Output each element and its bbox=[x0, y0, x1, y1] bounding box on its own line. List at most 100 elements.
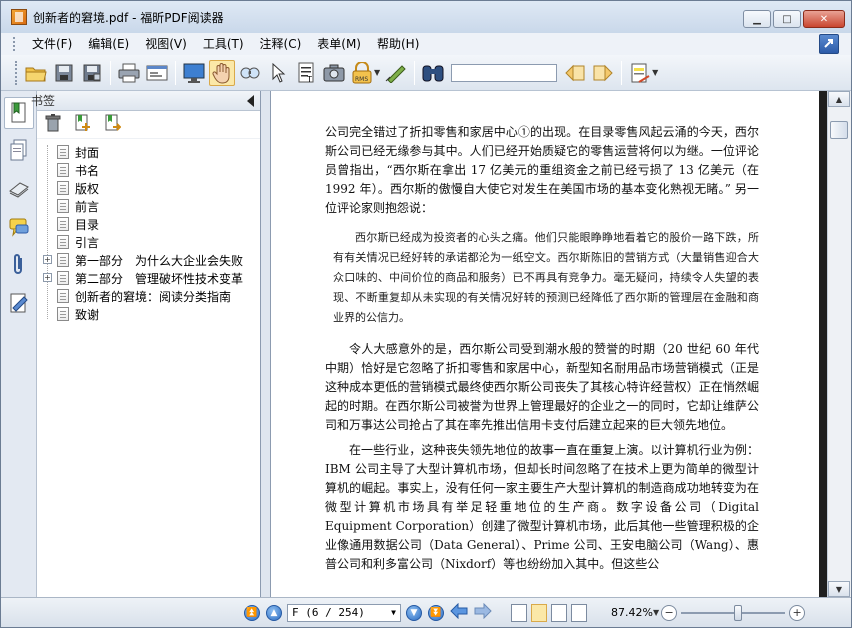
title-bar: 创新者的窘境.pdf - 福昕PDF阅读器 ▁ □ ✕ bbox=[1, 1, 851, 33]
open-folder-icon[interactable] bbox=[23, 60, 49, 86]
zoom-level[interactable]: 87.42% bbox=[611, 606, 653, 619]
menu-view[interactable]: 视图(V) bbox=[137, 34, 195, 54]
zoom-dropdown-icon[interactable]: ▼ bbox=[653, 608, 659, 617]
panel-splitter[interactable] bbox=[261, 91, 271, 597]
select-arrow-icon[interactable] bbox=[265, 60, 291, 86]
document-view[interactable]: 公司完全错过了折扣零售和家居中心①的出现。在目录零售风起云涌的今天，西尔斯公司已… bbox=[271, 91, 827, 597]
main-toolbar: T RMS ▼ ▼ bbox=[1, 55, 851, 91]
facing-view-icon[interactable] bbox=[551, 603, 567, 622]
menu-file[interactable]: 文件(F) bbox=[24, 34, 80, 54]
bookmark-item[interactable]: + 第二部分 管理破坏性技术变革 bbox=[37, 269, 260, 287]
toolbar-grip[interactable] bbox=[15, 60, 18, 85]
maximize-button[interactable]: □ bbox=[773, 10, 801, 28]
bookmark-item[interactable]: 前言 bbox=[37, 197, 260, 215]
signatures-tab-icon[interactable] bbox=[4, 287, 34, 319]
page-edge bbox=[819, 91, 827, 597]
highlight-icon[interactable] bbox=[627, 60, 653, 86]
save-icon[interactable] bbox=[51, 60, 77, 86]
minimize-button[interactable]: ▁ bbox=[743, 10, 771, 28]
go-forward-icon[interactable] bbox=[474, 602, 492, 622]
rms-lock-icon[interactable]: RMS bbox=[349, 60, 375, 86]
menu-tools[interactable]: 工具(T) bbox=[195, 34, 252, 54]
go-back-icon[interactable] bbox=[450, 602, 468, 622]
bookmark-item[interactable]: 封面 bbox=[37, 143, 260, 161]
continuous-view-icon[interactable] bbox=[531, 603, 547, 622]
scroll-thumb[interactable] bbox=[830, 121, 848, 139]
snapshot-icon[interactable] bbox=[321, 60, 347, 86]
bookmark-label: 引言 bbox=[75, 235, 100, 250]
first-page-icon[interactable]: ⏫ bbox=[244, 604, 260, 621]
text-select-icon[interactable]: T bbox=[293, 60, 319, 86]
search-input[interactable] bbox=[451, 63, 558, 82]
prev-page-icon[interactable]: ▲ bbox=[266, 604, 282, 621]
toolbar-separator bbox=[621, 60, 623, 85]
bookmark-page-icon bbox=[57, 199, 69, 213]
add-bookmark-icon[interactable] bbox=[73, 114, 91, 135]
paragraph: 在一些行业，这种丧失领先地位的故事一直在重复上演。以计算机行业为例：IBM 公司… bbox=[325, 443, 759, 571]
print-icon[interactable] bbox=[116, 60, 142, 86]
bookmarks-toolbar bbox=[37, 111, 260, 139]
vertical-scrollbar[interactable]: ▲ ▼ bbox=[827, 91, 851, 597]
expand-icon[interactable]: + bbox=[43, 255, 52, 264]
delete-bookmark-icon[interactable] bbox=[45, 114, 61, 135]
bookmarks-header: 书签 bbox=[31, 91, 260, 111]
bookmark-item[interactable]: 目录 bbox=[37, 215, 260, 233]
bookmarks-panel: 书签 封面 书名 版权 前言 目录 引言 + 第一部分 为什么大企业会失败 + 第二… bbox=[31, 91, 261, 597]
scroll-up-icon[interactable]: ▲ bbox=[828, 91, 850, 107]
zoom-slider-thumb[interactable] bbox=[734, 604, 743, 621]
last-page-icon[interactable]: ⏬ bbox=[428, 604, 444, 621]
update-icon[interactable] bbox=[819, 34, 839, 54]
menu-grip[interactable] bbox=[13, 37, 16, 51]
bookmark-label: 第一部分 为什么大企业会失败 bbox=[75, 253, 244, 268]
scroll-down-icon[interactable]: ▼ bbox=[828, 581, 850, 597]
close-button[interactable]: ✕ bbox=[803, 10, 845, 28]
menu-edit[interactable]: 编辑(E) bbox=[80, 34, 137, 54]
page-content: 公司完全错过了折扣零售和家居中心①的出现。在目录零售风起云涌的今天，西尔斯公司已… bbox=[325, 123, 759, 580]
zoom-out-icon[interactable]: − bbox=[661, 604, 678, 621]
app-window: 创新者的窘境.pdf - 福昕PDF阅读器 ▁ □ ✕ 文件(F) 编辑(E) … bbox=[0, 0, 852, 628]
single-page-view-icon[interactable] bbox=[511, 603, 527, 622]
attachments-tab-icon[interactable] bbox=[4, 249, 34, 281]
find-next-icon[interactable] bbox=[590, 60, 616, 86]
bookmarks-tab-icon[interactable] bbox=[4, 97, 34, 129]
navigation-tab-strip bbox=[1, 91, 37, 597]
add-child-bookmark-icon[interactable] bbox=[103, 114, 122, 135]
paragraph: 公司完全错过了折扣零售和家居中心①的出现。在目录零售风起云涌的今天，西尔斯公司已… bbox=[325, 125, 759, 215]
bookmark-item[interactable]: 版权 bbox=[37, 179, 260, 197]
binoculars-icon[interactable] bbox=[420, 60, 446, 86]
zoom-tool-icon[interactable] bbox=[237, 60, 263, 86]
expand-icon[interactable]: + bbox=[43, 273, 52, 282]
highlight-dropdown-icon[interactable]: ▼ bbox=[652, 68, 658, 77]
bookmark-page-icon bbox=[57, 181, 69, 195]
bookmark-label: 书名 bbox=[75, 163, 100, 178]
zoom-slider[interactable] bbox=[681, 604, 786, 621]
bookmark-item[interactable]: 书名 bbox=[37, 161, 260, 179]
bookmark-item[interactable]: + 第一部分 为什么大企业会失败 bbox=[37, 251, 260, 269]
menu-help[interactable]: 帮助(H) bbox=[369, 34, 427, 54]
menu-comment[interactable]: 注释(C) bbox=[252, 34, 310, 54]
pages-tab-icon[interactable] bbox=[4, 135, 34, 167]
bookmark-item[interactable]: 致谢 bbox=[37, 305, 260, 323]
collapse-panel-icon[interactable] bbox=[247, 95, 254, 107]
bookmark-label: 第二部分 管理破坏性技术变革 bbox=[75, 271, 244, 286]
layers-tab-icon[interactable] bbox=[4, 173, 34, 205]
bookmark-label: 封面 bbox=[75, 145, 100, 160]
continuous-facing-view-icon[interactable] bbox=[571, 603, 587, 622]
sign-icon[interactable] bbox=[383, 60, 409, 86]
menu-form[interactable]: 表单(M) bbox=[309, 34, 369, 54]
save-as-icon[interactable] bbox=[79, 60, 105, 86]
zoom-in-icon[interactable]: + bbox=[789, 604, 806, 621]
page-dropdown-icon[interactable]: ▼ bbox=[391, 608, 396, 617]
bookmark-page-icon bbox=[57, 307, 69, 321]
next-page-icon[interactable]: ▼ bbox=[406, 604, 422, 621]
bookmark-item[interactable]: 创新者的窘境：阅读分类指南 bbox=[37, 287, 260, 305]
bookmark-page-icon bbox=[57, 145, 69, 159]
fullscreen-icon[interactable] bbox=[181, 60, 207, 86]
bookmark-item[interactable]: 引言 bbox=[37, 233, 260, 251]
comments-tab-icon[interactable] bbox=[4, 211, 34, 243]
rms-dropdown-icon[interactable]: ▼ bbox=[374, 68, 380, 77]
find-prev-icon[interactable] bbox=[562, 60, 588, 86]
hand-tool-icon[interactable] bbox=[209, 59, 235, 86]
page-number-field[interactable]: F (6 / 254) ▼ bbox=[287, 603, 401, 622]
properties-icon[interactable] bbox=[144, 60, 170, 86]
